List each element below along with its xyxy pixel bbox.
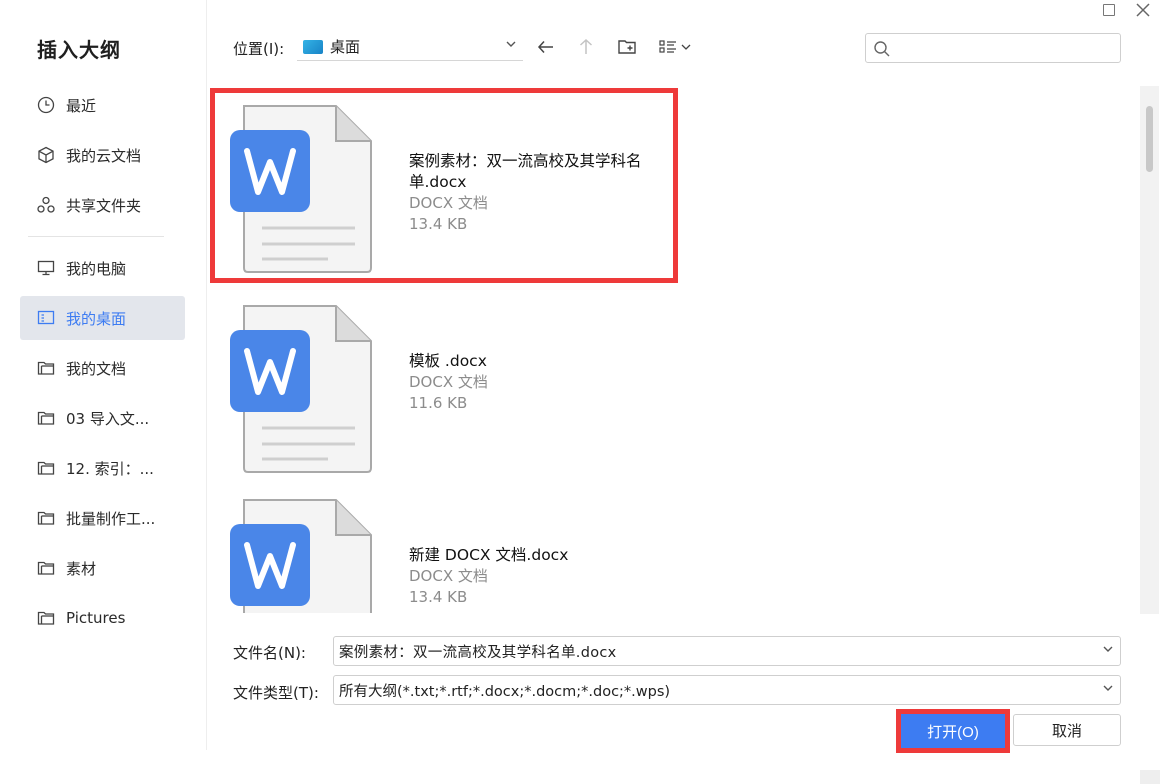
- chevron-down-icon: [505, 38, 517, 53]
- sidebar-item-pictures[interactable]: Pictures: [20, 596, 185, 640]
- up-button[interactable]: [575, 36, 597, 58]
- view-mode-button[interactable]: [658, 36, 696, 58]
- arrow-left-icon: [537, 40, 553, 54]
- sidebar-item-label: 素材: [66, 559, 97, 578]
- scrollbar-thumb[interactable]: [1146, 106, 1153, 172]
- sidebar-item-label: 批量制作工...: [66, 509, 156, 528]
- sidebar-item-desktop[interactable]: 我的桌面: [20, 296, 185, 340]
- folder-icon: [37, 509, 55, 527]
- sidebar-item-label: 共享文件夹: [66, 196, 142, 215]
- close-icon: [1136, 3, 1150, 17]
- file-meta: 新建 DOCX 文档.docx DOCX 文档 13.4 KB: [409, 545, 669, 608]
- share-icon: [37, 196, 55, 214]
- sidebar-item-label: 12. 索引：...: [66, 459, 154, 478]
- sidebar-item-shared[interactable]: 共享文件夹: [20, 183, 185, 227]
- folder-icon: [37, 459, 55, 477]
- filename-value: 案例素材：双一流高校及其学科名单.docx: [339, 644, 617, 661]
- file-type: DOCX 文档: [409, 567, 488, 585]
- dialog-title: 插入大纲: [37, 38, 121, 62]
- folder-icon: [37, 559, 55, 577]
- sidebar-item-cloud[interactable]: 我的云文档: [20, 133, 185, 177]
- file-meta: 案例素材：双一流高校及其学科名单.docx DOCX 文档 13.4 KB: [409, 151, 669, 235]
- search-box[interactable]: [865, 33, 1121, 63]
- file-item[interactable]: 新建 DOCX 文档.docx DOCX 文档 13.4 KB: [210, 482, 678, 613]
- file-type: DOCX 文档: [409, 373, 488, 391]
- clock-icon: [37, 96, 55, 114]
- sidebar-item-documents[interactable]: 我的文档: [20, 346, 185, 390]
- file-list: 案例素材：双一流高校及其学科名单.docx DOCX 文档 13.4 KB 模板…: [207, 85, 1137, 613]
- cancel-button[interactable]: 取消: [1013, 714, 1121, 746]
- search-input[interactable]: [896, 37, 1114, 59]
- search-icon: [874, 41, 890, 57]
- word-document-icon: [228, 490, 378, 613]
- sidebar-item-recent[interactable]: 最近: [20, 83, 185, 127]
- back-button[interactable]: [535, 36, 557, 58]
- filetype-label: 文件类型(T):: [233, 684, 319, 702]
- sidebar-item-label: 我的电脑: [66, 259, 127, 278]
- chevron-down-icon[interactable]: [1102, 643, 1114, 658]
- sidebar-item-computer[interactable]: 我的电脑: [20, 246, 185, 290]
- file-name: 案例素材：双一流高校及其学科名单.docx: [409, 152, 642, 191]
- list-view-icon: [659, 40, 691, 53]
- open-button[interactable]: 打开(O): [901, 714, 1005, 748]
- window-controls: [1092, 0, 1160, 20]
- sidebar-item-folder03[interactable]: 03 导入文...: [20, 396, 185, 440]
- sidebar-item-label: 03 导入文...: [66, 409, 150, 428]
- folder-icon: [37, 359, 55, 377]
- location-label: 位置(I):: [233, 40, 285, 58]
- monitor-icon: [37, 259, 55, 277]
- sidebar-item-folder12[interactable]: 12. 索引：...: [20, 446, 185, 490]
- sidebar-item-label: 我的云文档: [66, 146, 142, 165]
- desktop-folder-icon: [303, 39, 323, 54]
- sidebar-item-label: Pictures: [66, 609, 126, 627]
- file-item[interactable]: 案例素材：双一流高校及其学科名单.docx DOCX 文档 13.4 KB: [210, 88, 678, 283]
- sidebar: 插入大纲 最近 我的云文档 共享文件夹 我的电脑 我的桌面 我的文档 03 导入…: [0, 0, 206, 784]
- cloud-cube-icon: [37, 146, 55, 164]
- filename-combobox[interactable]: 案例素材：双一流高校及其学科名单.docx: [333, 636, 1121, 666]
- sidebar-item-label: 我的文档: [66, 359, 127, 378]
- maximize-button[interactable]: [1092, 0, 1126, 20]
- folder-icon: [37, 409, 55, 427]
- file-meta: 模板 .docx DOCX 文档 11.6 KB: [409, 351, 669, 414]
- file-name: 模板 .docx: [409, 352, 487, 370]
- word-document-icon: [228, 96, 378, 276]
- filetype-value: 所有大纲(*.txt;*.rtf;*.docx;*.docm;*.doc;*.w…: [339, 683, 671, 700]
- arrow-up-icon: [579, 38, 593, 54]
- file-name: 新建 DOCX 文档.docx: [409, 546, 569, 564]
- file-size: 13.4 KB: [409, 588, 468, 606]
- new-folder-icon: [618, 40, 636, 54]
- location-value: 桌面: [330, 38, 361, 56]
- sidebar-divider: [28, 236, 164, 237]
- vertical-scrollbar[interactable]: [1140, 86, 1159, 614]
- word-document-icon: [228, 296, 378, 476]
- chevron-down-icon[interactable]: [1102, 682, 1114, 697]
- open-button-highlight: 打开(O): [896, 709, 1010, 753]
- close-button[interactable]: [1126, 0, 1160, 20]
- maximize-icon: [1103, 4, 1115, 16]
- file-size: 13.4 KB: [409, 215, 468, 233]
- resize-corner: [1140, 770, 1160, 784]
- folder-icon: [37, 609, 55, 627]
- sidebar-item-material[interactable]: 素材: [20, 546, 185, 590]
- filetype-select[interactable]: 所有大纲(*.txt;*.rtf;*.docx;*.docm;*.doc;*.w…: [333, 675, 1121, 705]
- location-dropdown[interactable]: 桌面: [297, 33, 523, 61]
- sidebar-item-batch[interactable]: 批量制作工...: [20, 496, 185, 540]
- file-size: 11.6 KB: [409, 394, 468, 412]
- new-folder-button[interactable]: [616, 36, 638, 58]
- file-item[interactable]: 模板 .docx DOCX 文档 11.6 KB: [210, 288, 678, 483]
- sidebar-item-label: 最近: [66, 96, 97, 115]
- desktop-icon: [37, 309, 55, 327]
- file-type: DOCX 文档: [409, 194, 488, 212]
- filename-label: 文件名(N):: [233, 644, 306, 662]
- sidebar-item-label: 我的桌面: [66, 309, 127, 328]
